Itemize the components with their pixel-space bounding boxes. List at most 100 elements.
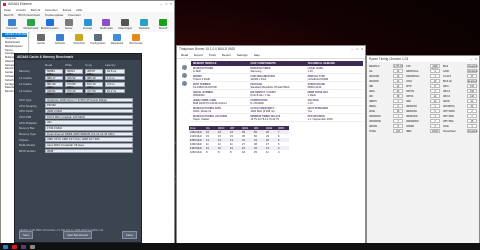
- thai-toolbar-item[interactable]: Read: [181, 53, 188, 57]
- thai-toolbar-item[interactable]: Settings: [237, 53, 248, 57]
- category-button[interactable]: DirectX: [155, 19, 171, 30]
- timings-taskbar-icon[interactable]: [30, 244, 35, 249]
- timing-value: 14: [430, 79, 440, 83]
- module-slot-icon[interactable]: [181, 73, 187, 78]
- minimize-icon[interactable]: –: [160, 2, 162, 6]
- category-button[interactable]: Server: [61, 19, 77, 30]
- thaiphoon-taskbar-icon[interactable]: [21, 244, 26, 249]
- menu-item[interactable]: Bericht: [31, 8, 40, 12]
- category-icon: [83, 19, 92, 26]
- timing-label: tPHYWRL: [443, 114, 455, 118]
- timing-field: tWTRS 4: [406, 89, 440, 93]
- spd-value: F4-3466C16-8GTZR: [193, 85, 217, 89]
- category-button[interactable]: Computer: [4, 19, 20, 30]
- menu-item[interactable]: Favoriten: [45, 8, 58, 12]
- bench-row-label: L3 Cache: [19, 88, 32, 93]
- start-benchmark-button[interactable]: Start Benchmark: [63, 231, 93, 239]
- maximize-icon[interactable]: □: [165, 2, 167, 6]
- spd-cell: JEDEC DIMM LABEL 8GB 1Rx8 PC4-2133-UA0-11: [191, 98, 248, 105]
- category-button[interactable]: Motherboard: [23, 19, 39, 30]
- spd-cell: CHIP ORGANIZATION 1024M x 8-bit: [248, 74, 305, 81]
- timing-label: tRCDRD: [369, 79, 379, 83]
- start-icon[interactable]: [3, 244, 8, 249]
- section-button[interactable]: Konfiguration: [90, 34, 106, 45]
- close-icon[interactable]: ×: [137, 55, 139, 59]
- bench-results: Memory 50584 MB/s 50813 MB/s 46578 MB/s 64.8…: [15, 68, 141, 95]
- driver-update-button[interactable]: Treiberupdate: [45, 13, 64, 17]
- timing-label: tMODPDA: [443, 104, 455, 108]
- spd-value: 2018 / Week 12: [193, 109, 212, 113]
- menu-item[interactable]: Extras: [63, 8, 72, 12]
- section-button[interactable]: Software: [52, 34, 68, 45]
- timing-row: 1066 MHz 8 8 8 18 25 11 4: [189, 150, 289, 154]
- section-button[interactable]: Datenbank: [109, 34, 125, 45]
- timing-value: 16: [393, 109, 403, 113]
- timing-label: tRDRDDD: [406, 114, 418, 118]
- aida-title: AIDA64 Extreme: [8, 2, 32, 6]
- spd-key: HEAT SPREADER: [307, 106, 328, 110]
- close-button[interactable]: Close: [121, 231, 137, 239]
- info-row: CPU Stepping PiR-B2: [15, 103, 141, 109]
- section-button[interactable]: Sicherheit: [71, 34, 87, 45]
- close-icon[interactable]: ×: [361, 47, 363, 51]
- timing-field: tREF 13522: [406, 129, 440, 133]
- timing-field: Cmd2T 1T: [443, 74, 477, 78]
- timing-value: 5: [430, 109, 440, 113]
- timing-field: tRDRDSCL 4: [406, 69, 440, 73]
- maximize-icon[interactable]: □: [356, 47, 358, 51]
- category-icon: [159, 19, 168, 26]
- thai-toolbar-item[interactable]: Export: [194, 53, 203, 57]
- close-icon[interactable]: ×: [170, 2, 172, 6]
- category-button[interactable]: Multimedia: [99, 19, 115, 30]
- category-icon: [7, 19, 16, 26]
- minimize-icon[interactable]: –: [470, 57, 472, 61]
- timing-value: 13522: [430, 129, 440, 133]
- category-button[interactable]: Netzwerk: [136, 19, 152, 30]
- save-button[interactable]: Save: [19, 231, 34, 239]
- spd-cell: MANUFACTURING DATE 2018 / Week 12: [191, 106, 248, 113]
- timing-value: 24: [467, 104, 477, 108]
- bench-col-header: Read: [45, 63, 53, 67]
- category-button[interactable]: Betriebssystem: [41, 19, 59, 30]
- timing-value: Enabled: [467, 79, 477, 83]
- bench-col-header: [19, 63, 45, 67]
- info-value: 100.0 MHz (original: 100 MHz): [45, 114, 133, 120]
- spd-cell: CLOCK FREQUENCY 1066 MHz (0.938 ns): [248, 106, 305, 113]
- section-button[interactable]: Geräte: [33, 34, 49, 45]
- bench-row-label: L1 Cache: [19, 75, 32, 80]
- aida-taskbar-icon[interactable]: [12, 244, 17, 249]
- spd-value: Samsung: [250, 69, 262, 73]
- menu-item[interactable]: Ansicht: [16, 8, 26, 12]
- category-label: Anzeige: [82, 27, 93, 30]
- timing-field: tRRDS 4: [369, 99, 403, 103]
- thai-toolbar-item[interactable]: Help: [254, 53, 260, 57]
- timing-label: tCKE: [443, 124, 449, 128]
- menu-item[interactable]: Hilfe: [76, 8, 82, 12]
- timing-field: tRFC 312: [443, 84, 477, 88]
- close-icon[interactable]: ×: [475, 57, 477, 61]
- category-button[interactable]: Datenträger: [117, 19, 133, 30]
- spd-value: 00000000: [193, 93, 205, 97]
- thai-toolbar-item[interactable]: Tools: [209, 53, 216, 57]
- menu-item[interactable]: Datei: [4, 8, 11, 12]
- section-label: Datenbank: [110, 42, 124, 45]
- info-value: 4300.0 MHz: [45, 108, 133, 114]
- timing-cell: 8: [206, 150, 208, 154]
- info-value: Asus ROG Crosshair VII Hero: [45, 143, 133, 148]
- bios-download-button[interactable]: BIOS Download: [18, 13, 39, 17]
- thai-toolbar-item[interactable]: Report: [222, 53, 231, 57]
- bench-value: 50813 MB/s: [65, 69, 83, 75]
- bench-row-label: L2 Cache: [19, 82, 32, 87]
- section-button[interactable]: Benchmark: [128, 34, 144, 45]
- timing-value: 6: [393, 104, 403, 108]
- minimize-icon[interactable]: –: [351, 47, 353, 51]
- info-value: 43x: [45, 120, 133, 125]
- report-button[interactable]: Bericht: [4, 13, 13, 17]
- timing-field: MEMCLK 1733.33: [369, 64, 403, 68]
- module-slot-icon[interactable]: [181, 81, 187, 86]
- favorites-button[interactable]: Favoriten: [68, 13, 81, 17]
- timing-cell: 8: [218, 150, 220, 154]
- module-slot-icon[interactable]: [181, 65, 187, 70]
- category-button[interactable]: Anzeige: [80, 19, 96, 30]
- timing-value: AMD Ryzen 7: [430, 64, 440, 74]
